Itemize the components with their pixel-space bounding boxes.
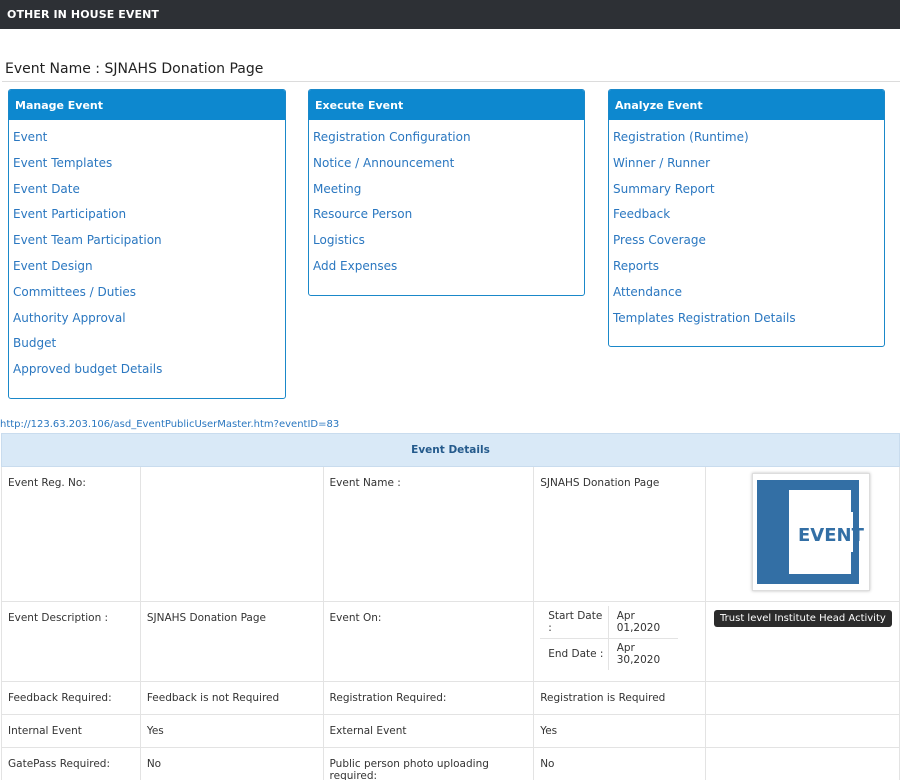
description-label: Event Description : bbox=[1, 601, 141, 682]
link-registration-configuration[interactable]: Registration Configuration bbox=[313, 130, 584, 156]
event-details-table: Event Details Event Reg. No: Event Name … bbox=[1, 433, 900, 780]
link-reports[interactable]: Reports bbox=[613, 259, 884, 285]
external-event-label: External Event bbox=[322, 714, 535, 748]
activity-level-badge: Trust level Institute Head Activity bbox=[714, 610, 892, 627]
analyze-event-panel-title: Analyze Event bbox=[609, 90, 884, 120]
link-winner-runner[interactable]: Winner / Runner bbox=[613, 156, 884, 182]
start-date-label: Start Date : bbox=[540, 606, 609, 639]
link-event-participation[interactable]: Event Participation bbox=[13, 207, 285, 233]
reg-no-label: Event Reg. No: bbox=[1, 466, 141, 602]
link-meeting[interactable]: Meeting bbox=[313, 182, 584, 208]
table-row: Event Reg. No: Event Name : SJNAHS Donat… bbox=[1, 466, 900, 602]
registration-label: Registration Required: bbox=[322, 681, 535, 715]
table-row: GatePass Required: No Public person phot… bbox=[1, 747, 900, 780]
empty-cell bbox=[705, 681, 900, 715]
event-name-value: SJNAHS Donation Page bbox=[533, 466, 707, 602]
feedback-value: Feedback is not Required bbox=[139, 681, 324, 715]
external-event-value: Yes bbox=[533, 714, 707, 748]
manage-event-panel: Manage Event Event Event Templates Event… bbox=[8, 89, 286, 399]
link-event-date[interactable]: Event Date bbox=[13, 182, 285, 208]
end-date-value: Apr 30,2020 bbox=[616, 642, 661, 667]
reg-no-value bbox=[139, 466, 324, 602]
manage-event-panel-title: Manage Event bbox=[9, 90, 285, 120]
logo-text: EVENT bbox=[798, 525, 865, 546]
link-event-design[interactable]: Event Design bbox=[13, 259, 285, 285]
photo-upload-label: Public person photo uploading required: bbox=[322, 747, 535, 780]
event-public-url-link[interactable]: http://123.63.203.106/asd_EventPublicUse… bbox=[0, 419, 339, 430]
page-header-title: OTHER IN HOUSE EVENT bbox=[7, 8, 160, 21]
event-on-label: Event On: bbox=[322, 601, 535, 682]
link-authority-approval[interactable]: Authority Approval bbox=[13, 311, 285, 337]
link-logistics[interactable]: Logistics bbox=[313, 233, 584, 259]
link-press-coverage[interactable]: Press Coverage bbox=[613, 233, 884, 259]
internal-event-label: Internal Event bbox=[1, 714, 141, 748]
analyze-event-panel: Analyze Event Registration (Runtime) Win… bbox=[608, 89, 885, 347]
gatepass-label: GatePass Required: bbox=[1, 747, 141, 780]
link-event-team-participation[interactable]: Event Team Participation bbox=[13, 233, 285, 259]
event-dates-cell: Start Date : Apr 01,2020 End Date : Apr … bbox=[533, 601, 707, 682]
feedback-label: Feedback Required: bbox=[1, 681, 141, 715]
event-name-heading: Event Name : SJNAHS Donation Page bbox=[5, 61, 264, 77]
empty-cell bbox=[705, 747, 900, 780]
empty-cell bbox=[705, 714, 900, 748]
activity-badge-cell: Trust level Institute Head Activity bbox=[705, 601, 900, 682]
table-row: Internal Event Yes External Event Yes bbox=[1, 714, 900, 748]
event-dates-table: Start Date : Apr 01,2020 End Date : Apr … bbox=[540, 606, 679, 670]
top-header-bar: OTHER IN HOUSE EVENT bbox=[0, 0, 900, 29]
link-committees-duties[interactable]: Committees / Duties bbox=[13, 285, 285, 311]
table-row: Feedback Required: Feedback is not Requi… bbox=[1, 681, 900, 715]
link-notice-announcement[interactable]: Notice / Announcement bbox=[313, 156, 584, 182]
link-attendance[interactable]: Attendance bbox=[613, 285, 884, 311]
end-date-label: End Date : bbox=[540, 638, 609, 670]
link-event[interactable]: Event bbox=[13, 130, 285, 156]
link-approved-budget-details[interactable]: Approved budget Details bbox=[13, 362, 285, 388]
execute-event-panel: Execute Event Registration Configuration… bbox=[308, 89, 585, 296]
link-registration-runtime[interactable]: Registration (Runtime) bbox=[613, 130, 884, 156]
registration-value: Registration is Required bbox=[533, 681, 707, 715]
event-logo-cell: EVENT bbox=[705, 466, 900, 602]
link-resource-person[interactable]: Resource Person bbox=[313, 207, 584, 233]
event-logo-image: EVENT bbox=[752, 473, 871, 591]
link-templates-registration-details[interactable]: Templates Registration Details bbox=[613, 311, 884, 337]
start-date-value: Apr 01,2020 bbox=[608, 606, 679, 639]
photo-upload-value: No bbox=[533, 747, 707, 780]
divider bbox=[2, 81, 900, 82]
link-add-expenses[interactable]: Add Expenses bbox=[313, 259, 584, 285]
event-name-label: Event Name : bbox=[322, 466, 535, 602]
event-logo-icon: EVENT bbox=[757, 480, 865, 584]
execute-event-panel-title: Execute Event bbox=[309, 90, 584, 120]
link-summary-report[interactable]: Summary Report bbox=[613, 182, 884, 208]
link-budget[interactable]: Budget bbox=[13, 336, 285, 362]
event-details-heading: Event Details bbox=[1, 433, 900, 467]
internal-event-value: Yes bbox=[139, 714, 324, 748]
description-value: SJNAHS Donation Page bbox=[139, 601, 324, 682]
table-row: Event Description : SJNAHS Donation Page… bbox=[1, 601, 900, 682]
link-feedback[interactable]: Feedback bbox=[613, 207, 884, 233]
link-event-templates[interactable]: Event Templates bbox=[13, 156, 285, 182]
gatepass-value: No bbox=[139, 747, 324, 780]
